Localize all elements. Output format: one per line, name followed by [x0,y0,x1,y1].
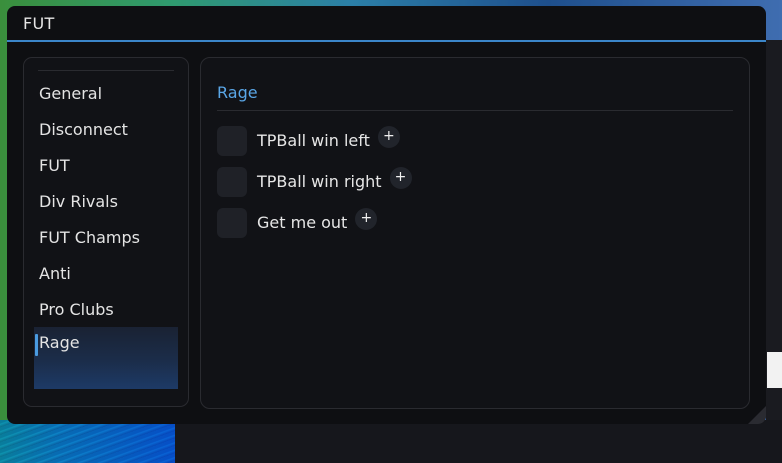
sidebar-item-label: Disconnect [39,119,128,139]
option-row: TPBall win right + [217,161,412,202]
external-window-edge [767,352,782,388]
option-label: Get me out [257,213,348,232]
sidebar-item-div-rivals[interactable]: Div Rivals [24,183,188,219]
sidebar-nav: General Disconnect FUT Div Rivals FUT Ch… [24,75,188,389]
sidebar-item-pro-clubs[interactable]: Pro Clubs [24,291,188,327]
sidebar-item-anti[interactable]: Anti [24,255,188,291]
sidebar-item-label: Anti [39,263,71,283]
option-row: Get me out + [217,202,412,243]
sidebar-item-label: Div Rivals [39,191,118,211]
section-title: Rage [217,83,258,102]
plus-icon[interactable]: + [377,125,400,148]
sidebar-item-label: Rage [39,333,80,352]
sidebar-item-fut[interactable]: FUT [24,147,188,183]
app-window: FUT General Disconnect FUT Div Rivals FU… [7,6,766,424]
option-checkbox[interactable] [217,166,247,197]
window-title: FUT [23,13,55,33]
sidebar-item-label: FUT Champs [39,227,140,247]
option-checkbox[interactable] [217,207,247,238]
resize-grip-icon[interactable] [748,406,766,424]
option-checkbox[interactable] [217,125,247,156]
sidebar-item-label: FUT [39,155,70,175]
plus-icon[interactable]: + [355,207,378,230]
section-divider [217,110,733,111]
option-list: TPBall win left + TPBall win right + Get… [217,120,412,243]
sidebar-divider [38,70,174,71]
content-panel: Rage TPBall win left + TPBall win right … [200,57,750,409]
sidebar: General Disconnect FUT Div Rivals FUT Ch… [23,57,189,407]
option-label: TPBall win right [257,172,382,191]
sidebar-item-general[interactable]: General [24,75,188,111]
sidebar-item-fut-champs[interactable]: FUT Champs [24,219,188,255]
sidebar-item-label: Pro Clubs [39,299,114,319]
option-label: TPBall win left [257,131,370,150]
sidebar-item-rage[interactable]: Rage [34,327,178,389]
title-bar[interactable]: FUT [7,6,766,42]
option-row: TPBall win left + [217,120,412,161]
desktop-wallpaper [0,420,175,463]
plus-icon[interactable]: + [389,166,412,189]
active-indicator [35,334,38,356]
desktop-dark-area [175,420,782,463]
sidebar-item-disconnect[interactable]: Disconnect [24,111,188,147]
sidebar-item-label: General [39,83,103,103]
